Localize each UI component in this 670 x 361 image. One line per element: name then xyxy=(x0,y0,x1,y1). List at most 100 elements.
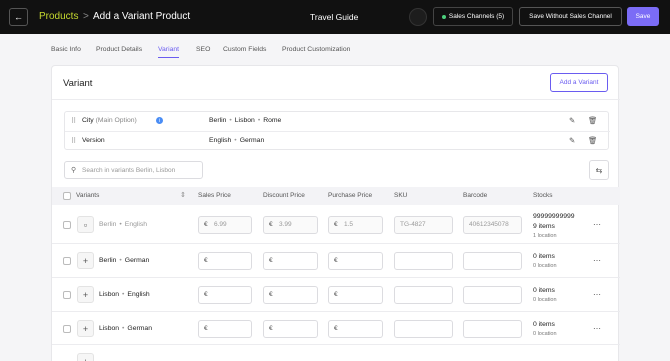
add-image-button[interactable]: + xyxy=(77,353,94,361)
page-title: Add a Variant Product xyxy=(93,11,191,22)
drag-handle-icon[interactable]: ⠿ xyxy=(71,117,76,125)
header-barcode: Barcode xyxy=(463,192,488,199)
stock-items[interactable]: 0 items xyxy=(533,287,555,294)
search-icon: ⚲ xyxy=(71,167,77,174)
product-name: Travel Guide xyxy=(310,12,359,22)
sales-price-field[interactable]: € xyxy=(198,252,252,270)
sales-price-field[interactable]: €6.99 xyxy=(198,216,252,234)
edit-icon[interactable]: ✎ xyxy=(569,116,575,125)
option-tag: (Main Option) xyxy=(95,117,137,124)
variant-name: Berlin • English xyxy=(99,221,148,228)
sku-field[interactable] xyxy=(394,252,453,270)
sales-price-field[interactable]: € xyxy=(198,286,252,304)
stock-items[interactable]: 0 items xyxy=(533,321,555,328)
sku-field[interactable] xyxy=(394,286,453,304)
info-icon[interactable]: i xyxy=(156,117,163,124)
sku-field[interactable] xyxy=(394,320,453,338)
arrow-left-icon: ← xyxy=(14,12,23,22)
swap-button[interactable]: ⇆ xyxy=(589,160,609,180)
tab-variant[interactable]: Variant xyxy=(158,46,180,58)
more-options-icon[interactable]: ⋯ xyxy=(593,256,601,265)
barcode-field[interactable] xyxy=(463,320,522,338)
tab-custom-fields[interactable]: Custom Fields xyxy=(223,46,266,57)
table-row: + Lisbon • English € € € 0 items 0 locatio… xyxy=(52,278,620,312)
variant-name: Berlin • German xyxy=(99,257,150,264)
trash-icon[interactable]: 🗑 xyxy=(588,116,598,125)
row-checkbox[interactable] xyxy=(63,291,71,299)
purchase-price-field[interactable]: € xyxy=(328,320,383,338)
barcode-field[interactable] xyxy=(463,252,522,270)
option-name: Version xyxy=(82,137,105,144)
variant-name: Lisbon • German xyxy=(99,325,152,332)
option-values: English • German xyxy=(209,137,265,144)
header-sku: SKU xyxy=(394,192,408,199)
row-checkbox[interactable] xyxy=(63,325,71,333)
sales-price-field[interactable]: € xyxy=(198,320,252,338)
header-stocks: Stocks xyxy=(533,192,553,199)
stock-items: 9 items xyxy=(533,223,555,230)
header-variants: Variants xyxy=(76,192,100,199)
variant-search: ⚲ xyxy=(64,161,203,179)
product-image-thumbnail[interactable]: ▫ xyxy=(77,216,94,233)
header-discount-price: Discount Price xyxy=(263,192,305,199)
stock-quantity[interactable]: 99999999999 xyxy=(533,213,575,220)
discount-price-field[interactable]: €3.99 xyxy=(263,216,318,234)
stock-locations: 0 location xyxy=(533,297,557,303)
avatar[interactable] xyxy=(409,8,427,26)
barcode-field[interactable]: 40612345078 xyxy=(463,216,522,234)
discount-price-field[interactable]: € xyxy=(263,252,318,270)
purchase-price-field[interactable]: €1.5 xyxy=(328,216,383,234)
header-purchase-price: Purchase Price xyxy=(328,192,373,199)
discount-price-field[interactable]: € xyxy=(263,320,318,338)
stock-locations: 1 location xyxy=(533,233,557,239)
header-sales-price: Sales Price xyxy=(198,192,231,199)
sku-field[interactable]: TG-4827 xyxy=(394,216,453,234)
more-options-icon[interactable]: ⋯ xyxy=(593,290,601,299)
variant-name: Lisbon • English xyxy=(99,291,150,298)
more-options-icon[interactable]: ⋯ xyxy=(593,324,601,333)
stock-locations: 0 location xyxy=(533,263,557,269)
add-image-button[interactable]: + xyxy=(77,320,94,337)
tab-product-customization[interactable]: Product Customization xyxy=(282,46,350,57)
sales-channels-label: Sales Channels (5) xyxy=(448,13,505,20)
tab-product-details[interactable]: Product Details xyxy=(96,46,142,57)
purchase-price-field[interactable]: € xyxy=(328,252,383,270)
top-bar: ← Products > Add a Variant Product Trave… xyxy=(0,0,670,34)
table-row: + xyxy=(52,345,620,361)
stock-locations: 0 location xyxy=(533,331,557,337)
trash-icon[interactable]: 🗑 xyxy=(588,136,598,145)
stock-items[interactable]: 0 items xyxy=(533,253,555,260)
edit-icon[interactable]: ✎ xyxy=(569,136,575,145)
table-header: Variants ⇕ Sales Price Discount Price Pu… xyxy=(52,187,620,205)
card-title: Variant xyxy=(63,78,93,89)
save-button[interactable]: Save xyxy=(627,7,659,26)
tab-seo[interactable]: SEO xyxy=(196,46,210,57)
add-image-button[interactable]: + xyxy=(77,286,94,303)
search-input[interactable] xyxy=(82,164,200,176)
row-checkbox[interactable] xyxy=(63,257,71,265)
tab-basic-info[interactable]: Basic Info xyxy=(51,46,81,57)
table-row: + Lisbon • German € € € 0 items 0 location… xyxy=(52,312,620,345)
option-row-city: ⠿ City (Main Option) i Berlin • Lisbon • Rom… xyxy=(65,112,610,131)
add-image-button[interactable]: + xyxy=(77,252,94,269)
variant-card: Variant Add a Variant ⠿ City (Main Optio… xyxy=(51,65,620,361)
back-button[interactable]: ← xyxy=(9,8,28,26)
option-name: City (Main Option) xyxy=(82,117,137,124)
add-variant-button[interactable]: Add a Variant xyxy=(550,73,608,92)
row-checkbox[interactable] xyxy=(63,221,71,229)
sales-channels-button[interactable]: Sales Channels (5) xyxy=(433,7,513,26)
breadcrumb-products-link[interactable]: Products xyxy=(39,11,78,22)
sort-icon[interactable]: ⇕ xyxy=(180,191,186,199)
table-row: + Berlin • German € € € 0 items 0 location… xyxy=(52,244,620,278)
more-options-icon[interactable]: ⋯ xyxy=(593,220,601,229)
select-all-checkbox[interactable] xyxy=(63,192,71,200)
barcode-field[interactable] xyxy=(463,286,522,304)
purchase-price-field[interactable]: € xyxy=(328,286,383,304)
save-without-sales-channel-button[interactable]: Save Without Sales Channel xyxy=(519,7,622,26)
drag-handle-icon[interactable]: ⠿ xyxy=(71,137,76,145)
table-row: ▫ Berlin • English €6.99 €3.99 €1.5 TG-482… xyxy=(52,205,620,244)
swap-icon: ⇆ xyxy=(595,165,603,175)
status-dot-icon xyxy=(441,14,446,19)
option-values: Berlin • Lisbon • Rome xyxy=(209,117,282,124)
discount-price-field[interactable]: € xyxy=(263,286,318,304)
